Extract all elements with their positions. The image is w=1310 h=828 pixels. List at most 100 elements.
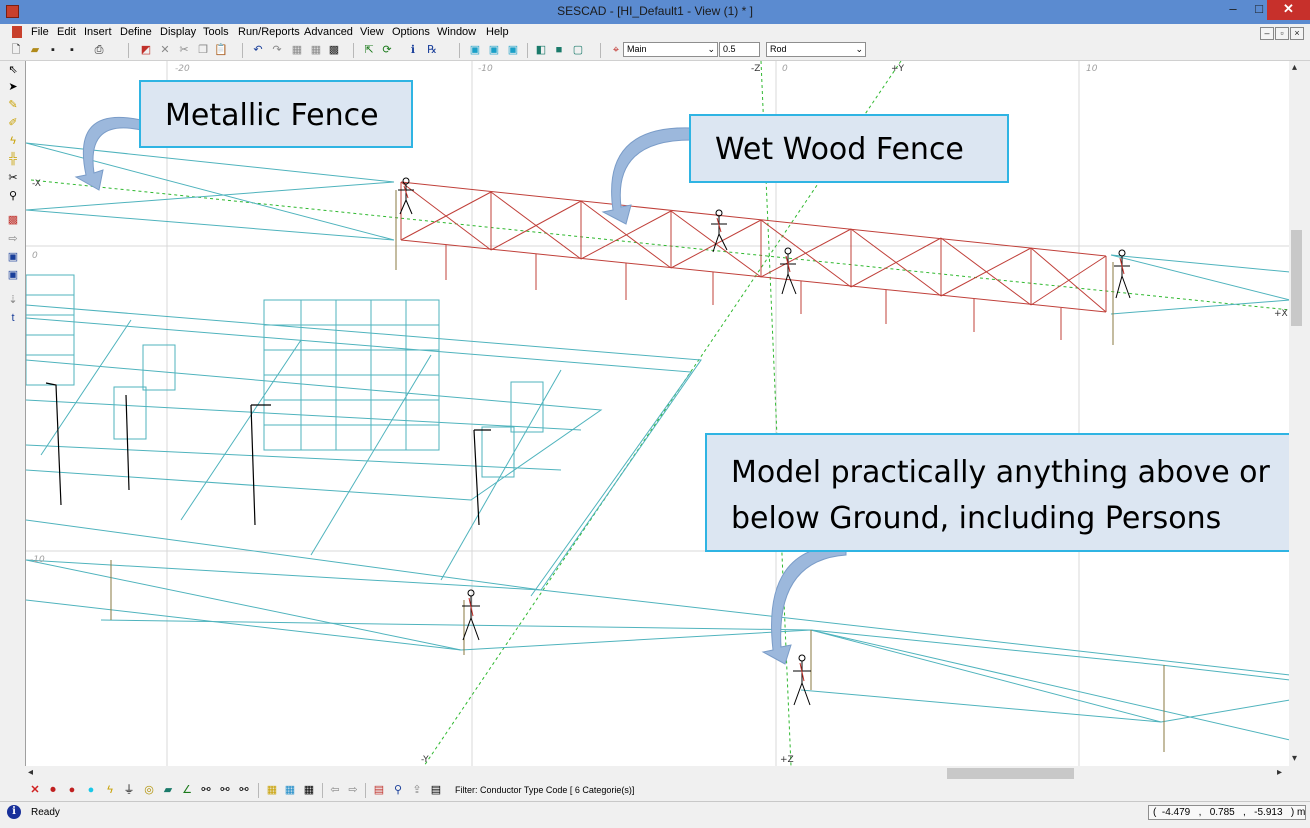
delete-icon[interactable]: ✕ <box>158 43 172 57</box>
wet-wood-fence <box>400 181 1107 340</box>
menu-help[interactable]: Help <box>486 26 509 38</box>
info-icon[interactable]: ℹ <box>406 43 420 57</box>
grid2-icon[interactable]: ▦ <box>283 783 297 797</box>
matrix-icon[interactable]: ▩ <box>327 43 341 57</box>
window-title: SESCAD - [HI_Default1 - View (1) * ] <box>557 4 753 18</box>
view-top-icon[interactable]: ▣ <box>506 43 520 57</box>
back-icon[interactable]: ⇦ <box>328 783 342 797</box>
close-button[interactable]: ✕ <box>1267 0 1310 20</box>
zoom-icon[interactable]: ⚲ <box>6 189 20 203</box>
menu-options[interactable]: Options <box>392 26 430 38</box>
rx-icon[interactable]: ℞ <box>425 43 439 57</box>
circle-icon[interactable]: ● <box>84 783 98 797</box>
horizontal-scroll-thumb[interactable] <box>947 768 1074 779</box>
export-icon[interactable]: ⇪ <box>410 783 424 797</box>
vertical-scroll-thumb[interactable] <box>1291 230 1302 326</box>
record-icon[interactable]: ⏺ <box>46 783 60 797</box>
menu-display[interactable]: Display <box>160 26 196 38</box>
ground-icon[interactable]: ⏚ <box>122 783 136 797</box>
group-icon[interactable]: ▦ <box>290 43 304 57</box>
scroll-down-icon[interactable]: ▾ <box>1292 753 1297 764</box>
lightning-icon[interactable]: ϟ <box>103 783 117 797</box>
grid3-icon[interactable]: ▦ <box>302 783 316 797</box>
menu-edit[interactable]: Edit <box>57 26 76 38</box>
menu-run-reports[interactable]: Run/Reports <box>238 26 300 38</box>
copy-icon[interactable]: ❐ <box>196 43 210 57</box>
cad-viewport[interactable]: -20 -10 -Z 0 +Y 10 -X 0 -10 +X -Y +Z <box>25 61 1290 766</box>
document-icon[interactable] <box>12 26 22 38</box>
axis-label: 0 <box>782 64 788 74</box>
print-icon[interactable]: ⎙ <box>92 43 106 57</box>
filter-icon[interactable]: ▤ <box>429 783 443 797</box>
box-icon[interactable]: ▰ <box>161 783 175 797</box>
find-all-icon[interactable]: ⚯ <box>237 783 251 797</box>
left-toolbar: ⇖ ➤ ✎ ✐ ϟ ╬ ✂ ⚲ ▩ ⇨ ▣ ▣ ⇣ t <box>0 61 24 766</box>
text-icon[interactable]: t <box>6 311 20 325</box>
save-all-icon[interactable]: ▪ <box>65 43 79 57</box>
horizontal-scrollbar[interactable]: ◂ ▸ <box>25 766 1289 781</box>
view-front-icon[interactable]: ▣ <box>468 43 482 57</box>
pencil-icon[interactable]: ✎ <box>6 98 20 112</box>
conductor-type-combo[interactable]: Rod ⌄ <box>766 42 866 57</box>
menu-define[interactable]: Define <box>120 26 152 38</box>
menu-window[interactable]: Window <box>437 26 476 38</box>
find-next-icon[interactable]: ⚯ <box>218 783 232 797</box>
mdi-close-button[interactable]: × <box>1290 27 1304 40</box>
vertical-scrollbar[interactable]: ▴ ▾ <box>1289 61 1304 766</box>
open-folder-icon[interactable]: ▰ <box>28 43 42 57</box>
scissors-icon[interactable]: ✂ <box>6 171 20 185</box>
undo-icon[interactable]: ↶ <box>251 43 265 57</box>
menu-view[interactable]: View <box>360 26 384 38</box>
move-icon[interactable]: ⇱ <box>362 43 376 57</box>
radius-input[interactable]: 0.5 <box>719 42 760 57</box>
report-icon[interactable]: ▤ <box>372 783 386 797</box>
scroll-right-icon[interactable]: ▸ <box>1277 767 1282 778</box>
rotate-icon[interactable]: ⟳ <box>380 43 394 57</box>
scroll-up-icon[interactable]: ▴ <box>1292 62 1297 73</box>
select-icon[interactable]: ◩ <box>139 43 153 57</box>
callout-metallic-fence-text: Metallic Fence <box>165 98 379 133</box>
forward-icon[interactable]: ⇨ <box>346 783 360 797</box>
menu-advanced[interactable]: Advanced <box>304 26 353 38</box>
save-icon[interactable]: ▪ <box>46 43 60 57</box>
mdi-minimize-button[interactable]: – <box>1260 27 1274 40</box>
down-icon[interactable]: ⇣ <box>6 293 20 307</box>
menu-file[interactable]: File <box>31 26 49 38</box>
stop-icon[interactable]: ● <box>65 783 79 797</box>
ungroup-icon[interactable]: ▦ <box>309 43 323 57</box>
rod-icon[interactable]: ╬ <box>6 152 20 166</box>
color-icon[interactable]: ▩ <box>6 213 20 227</box>
cancel-icon[interactable]: ✕ <box>28 783 42 797</box>
select-arrow-icon[interactable]: ➤ <box>6 80 20 94</box>
group-tree-icon[interactable]: ⌖ <box>609 43 623 57</box>
axis-label: -10 <box>30 555 45 565</box>
move-icon[interactable]: ⇨ <box>6 232 20 246</box>
new-file-icon[interactable]: 🗋 <box>9 43 23 57</box>
group-combo-value: Main <box>627 44 647 54</box>
conductor-type-value: Rod <box>770 44 787 54</box>
view-side-icon[interactable]: ▣ <box>487 43 501 57</box>
angle-icon[interactable]: ∠ <box>180 783 194 797</box>
lightning-icon[interactable]: ϟ <box>6 134 20 148</box>
brush-icon[interactable]: ✐ <box>6 116 20 130</box>
axes <box>30 61 1290 766</box>
redo-icon[interactable]: ↷ <box>270 43 284 57</box>
menu-tools[interactable]: Tools <box>203 26 229 38</box>
grid1-icon[interactable]: ▦ <box>265 783 279 797</box>
scroll-left-icon[interactable]: ◂ <box>28 767 33 778</box>
frame2-icon[interactable]: ▣ <box>6 268 20 282</box>
find-icon[interactable]: ⚯ <box>199 783 213 797</box>
frame-icon[interactable]: ▣ <box>6 250 20 264</box>
menu-insert[interactable]: Insert <box>84 26 112 38</box>
pointer-icon[interactable]: ⇖ <box>6 63 20 77</box>
paste-icon[interactable]: 📋 <box>214 43 228 57</box>
target-icon[interactable]: ◎ <box>142 783 156 797</box>
cube-icon[interactable]: ◧ <box>534 43 548 57</box>
zoom-report-icon[interactable]: ⚲ <box>391 783 405 797</box>
group-combo[interactable]: Main ⌄ <box>623 42 718 57</box>
cut-icon[interactable]: ✂ <box>177 43 191 57</box>
model-drawing[interactable]: -20 -10 -Z 0 +Y 10 -X 0 -10 +X -Y +Z <box>26 61 1290 766</box>
render-icon[interactable]: ■ <box>552 43 566 57</box>
mdi-restore-button[interactable]: ▫ <box>1275 27 1289 40</box>
wire-icon[interactable]: ▢ <box>571 43 585 57</box>
